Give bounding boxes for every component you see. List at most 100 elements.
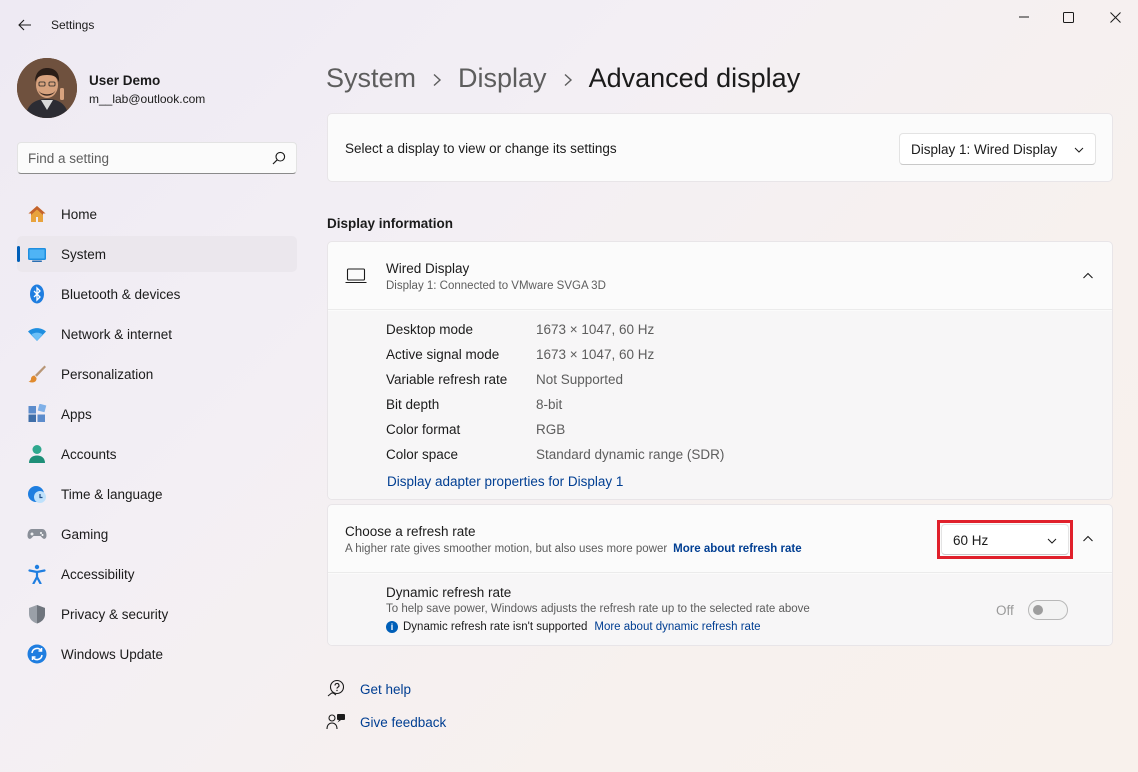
- chevron-down-icon: [1074, 147, 1084, 153]
- collapse-display-info-button[interactable]: [1074, 262, 1102, 290]
- breadcrumb: System Display Advanced display: [326, 58, 800, 98]
- active-indicator: [17, 246, 20, 262]
- sidebar-item-label: Home: [61, 207, 98, 222]
- dynamic-refresh-rate-title: Dynamic refresh rate: [386, 585, 512, 600]
- display-dropdown-value: Display 1: Wired Display: [911, 142, 1058, 157]
- more-about-refresh-rate-link[interactable]: More about refresh rate: [673, 543, 801, 555]
- back-arrow-icon: [18, 19, 31, 31]
- home-icon: [28, 206, 46, 222]
- collapse-refresh-rate-button[interactable]: [1074, 525, 1102, 553]
- spec-value: RGB: [536, 422, 566, 437]
- breadcrumb-display[interactable]: Display: [458, 63, 547, 94]
- chevron-down-icon: [1047, 538, 1057, 544]
- apps-icon: [28, 404, 47, 422]
- search-input[interactable]: Find a setting: [17, 142, 297, 174]
- toggle-state-label: Off: [996, 603, 1014, 618]
- give-feedback-label: Give feedback: [360, 714, 447, 730]
- breadcrumb-system[interactable]: System: [326, 63, 416, 94]
- sidebar-item-time-language[interactable]: Time & language: [17, 476, 297, 512]
- network-icon: [28, 328, 46, 341]
- search-icon: [272, 151, 286, 165]
- spec-value: Not Supported: [536, 372, 624, 387]
- sidebar-item-accounts[interactable]: Accounts: [17, 436, 297, 472]
- spec-name: Active signal mode: [386, 347, 500, 362]
- user-name: User Demo: [89, 73, 161, 88]
- sidebar-item-home[interactable]: Home: [17, 196, 297, 232]
- give-feedback-link[interactable]: Give feedback: [326, 711, 446, 733]
- app-title: Settings: [51, 18, 95, 32]
- sidebar-item-label: Accounts: [61, 447, 117, 462]
- sidebar-item-personalization[interactable]: Personalization: [17, 356, 297, 392]
- spec-value: Standard dynamic range (SDR): [536, 447, 725, 462]
- sidebar-item-label: Bluetooth & devices: [61, 287, 181, 302]
- chevron-up-icon: [1083, 272, 1093, 279]
- spec-name: Desktop mode: [386, 322, 474, 337]
- spec-name: Bit depth: [386, 397, 440, 412]
- sidebar-nav: Home System Bluetooth & devices Network …: [17, 196, 297, 676]
- dynamic-refresh-rate-note-text: Dynamic refresh rate isn't supported: [403, 621, 588, 633]
- gamepad-icon: [27, 529, 47, 539]
- back-button[interactable]: [12, 12, 38, 38]
- sidebar-item-accessibility[interactable]: Accessibility: [17, 556, 297, 592]
- refresh-rate-description: A higher rate gives smoother motion, but…: [345, 543, 802, 555]
- select-display-label: Select a display to view or change its s…: [345, 141, 617, 156]
- breadcrumb-chevron-icon: [547, 63, 589, 94]
- user-email: m__lab@outlook.com: [89, 92, 206, 106]
- sidebar-item-label: System: [61, 247, 107, 262]
- get-help-link[interactable]: Get help: [326, 678, 411, 700]
- sidebar-item-label: Gaming: [61, 527, 109, 542]
- sidebar-item-gaming[interactable]: Gaming: [17, 516, 297, 552]
- refresh-rate-header: Choose a refresh rate A higher rate give…: [328, 505, 1112, 573]
- dynamic-refresh-rate-toggle[interactable]: [1028, 600, 1068, 620]
- sidebar-item-network[interactable]: Network & internet: [17, 316, 297, 352]
- user-profile[interactable]: User Demo m__lab@outlook.com: [17, 58, 297, 120]
- maximize-button[interactable]: [1045, 0, 1091, 34]
- bluetooth-icon: [30, 284, 44, 304]
- sidebar-item-label: Apps: [61, 407, 92, 422]
- shield-icon: [29, 605, 45, 624]
- search-placeholder: Find a setting: [28, 151, 110, 166]
- dynamic-refresh-rate-note: i Dynamic refresh rate isn't supported M…: [386, 621, 761, 633]
- more-about-dynamic-refresh-rate-link[interactable]: More about dynamic refresh rate: [594, 621, 760, 633]
- refresh-rate-dropdown-value: 60 Hz: [953, 533, 989, 548]
- spec-value: 1673 × 1047, 60 Hz: [536, 347, 655, 362]
- info-icon: i: [386, 621, 398, 633]
- sidebar-item-privacy-security[interactable]: Privacy & security: [17, 596, 297, 632]
- accounts-icon: [29, 445, 45, 463]
- sidebar-item-bluetooth[interactable]: Bluetooth & devices: [17, 276, 297, 312]
- refresh-rate-highlight: 60 Hz: [937, 520, 1073, 559]
- clock-globe-icon: [28, 486, 46, 503]
- sidebar-item-label: Network & internet: [61, 327, 173, 342]
- monitor-icon: [345, 268, 367, 284]
- close-icon: [1109, 11, 1121, 23]
- sidebar-item-apps[interactable]: Apps: [17, 396, 297, 432]
- update-icon: [27, 644, 47, 664]
- sidebar-item-system[interactable]: System: [17, 236, 297, 272]
- sidebar-item-label: Privacy & security: [61, 607, 169, 622]
- display-info-header[interactable]: Wired Display Display 1: Connected to VM…: [328, 242, 1112, 310]
- display-dropdown[interactable]: Display 1: Wired Display: [899, 133, 1096, 165]
- refresh-rate-card: Choose a refresh rate A higher rate give…: [327, 504, 1113, 646]
- breadcrumb-chevron-icon: [416, 63, 458, 94]
- refresh-rate-dropdown[interactable]: 60 Hz: [941, 524, 1069, 555]
- spec-name: Color format: [386, 422, 461, 437]
- display-adapter-properties-link[interactable]: Display adapter properties for Display 1: [387, 474, 623, 489]
- spec-name: Variable refresh rate: [386, 372, 508, 387]
- close-button[interactable]: [1092, 0, 1138, 34]
- dynamic-refresh-rate-row: Dynamic refresh rate To help save power,…: [328, 574, 1112, 645]
- system-icon: [28, 248, 46, 262]
- display-connection: Display 1: Connected to VMware SVGA 3D: [386, 280, 606, 292]
- sidebar-item-label: Windows Update: [61, 647, 164, 662]
- page-title: Advanced display: [588, 62, 801, 93]
- select-display-card: Select a display to view or change its s…: [327, 113, 1113, 182]
- spec-name: Color space: [386, 447, 459, 462]
- refresh-rate-title: Choose a refresh rate: [345, 524, 476, 539]
- sidebar-item-label: Accessibility: [61, 567, 135, 582]
- sidebar-item-windows-update[interactable]: Windows Update: [17, 636, 297, 672]
- display-info-body: Desktop mode 1673 × 1047, 60 Hz Active s…: [328, 311, 1112, 499]
- sidebar-item-label: Time & language: [61, 487, 163, 502]
- get-help-icon: [327, 679, 345, 697]
- minimize-button[interactable]: [1001, 0, 1047, 34]
- accessibility-icon: [28, 564, 46, 584]
- feedback-icon: [326, 714, 345, 730]
